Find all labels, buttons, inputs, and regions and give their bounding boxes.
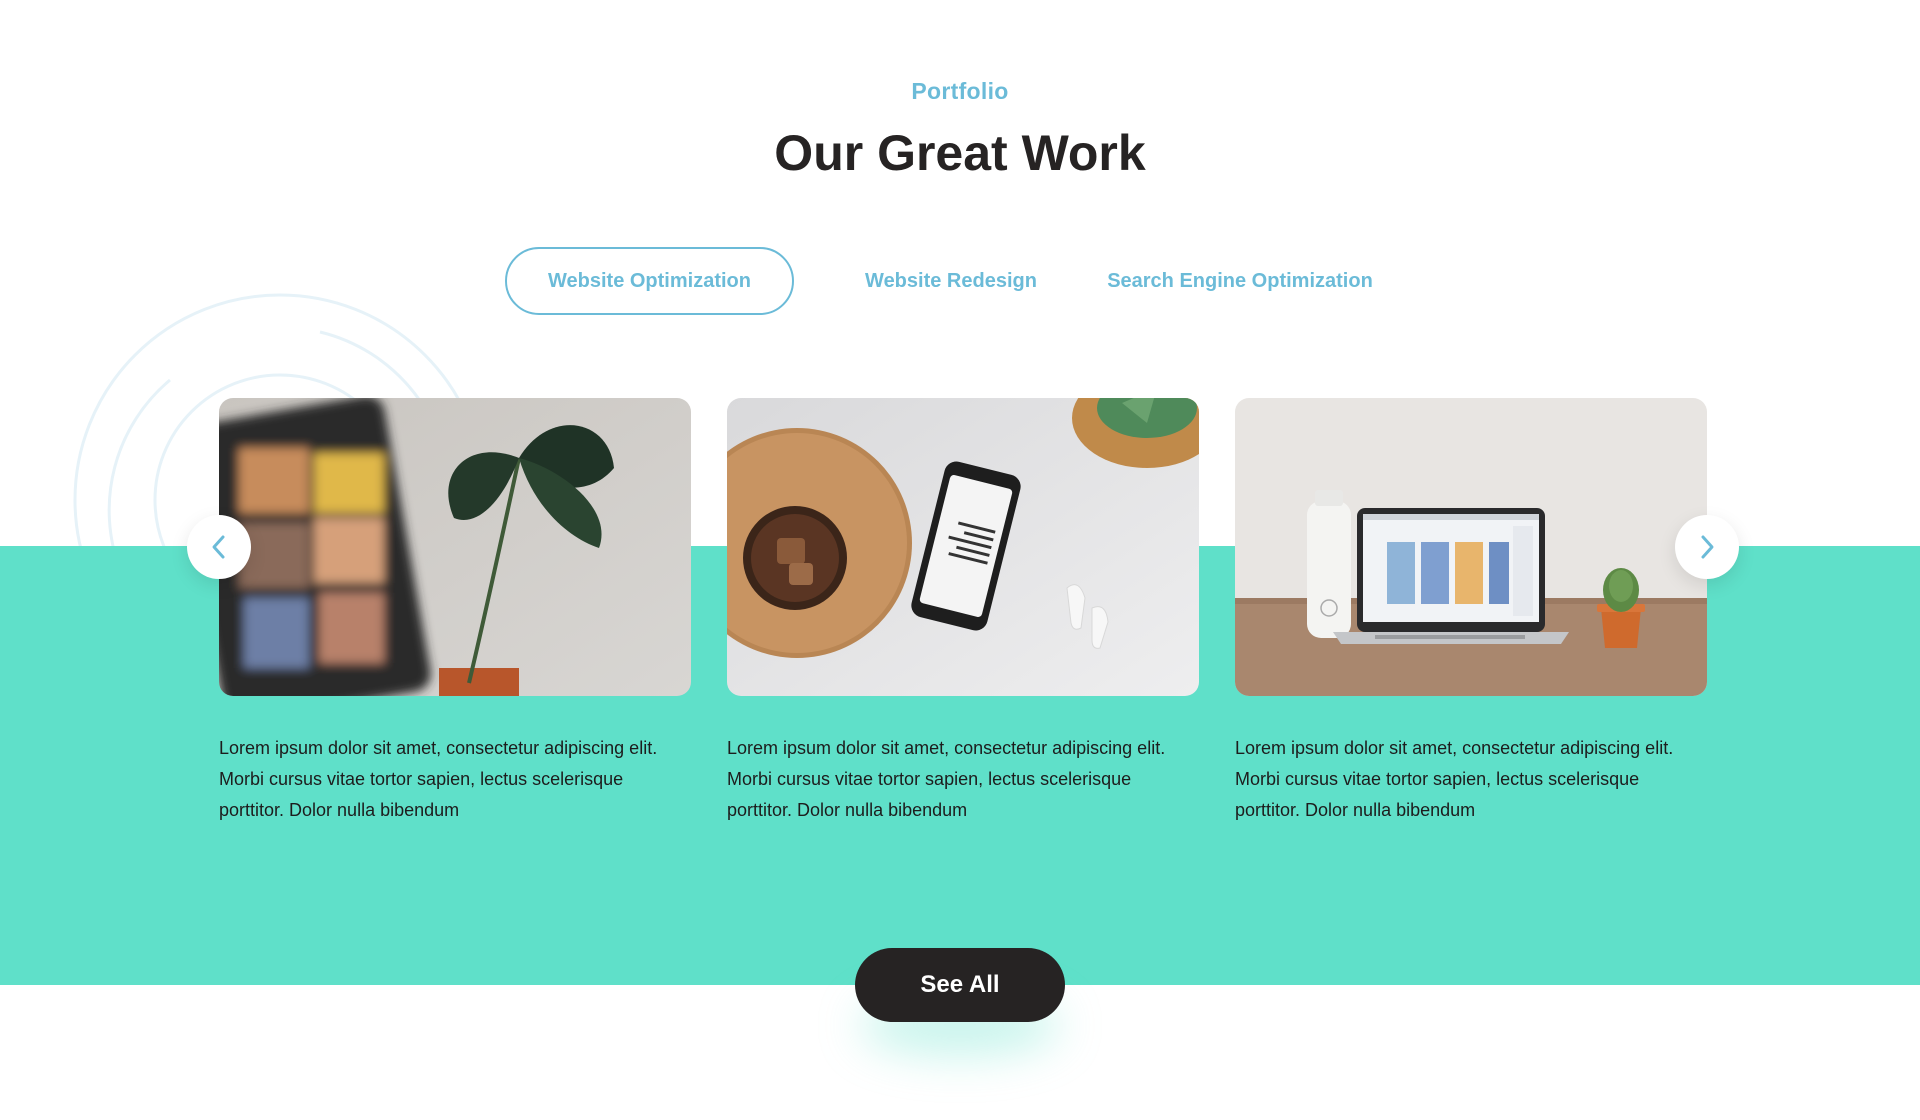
tab-website-redesign[interactable]: Website Redesign xyxy=(845,247,1057,315)
card-description: Lorem ipsum dolor sit amet, consectetur … xyxy=(219,738,658,820)
portfolio-card[interactable]: Lorem ipsum dolor sit amet, consectetur … xyxy=(727,398,1199,826)
card-image-tablet xyxy=(219,398,691,696)
card-image-smartphone xyxy=(727,398,1199,696)
card-description: Lorem ipsum dolor sit amet, consectetur … xyxy=(1235,738,1674,820)
see-all-button[interactable]: See All xyxy=(855,948,1065,1022)
chevron-right-icon xyxy=(1701,535,1714,559)
section-title: Our Great Work xyxy=(774,125,1146,181)
portfolio-card[interactable]: Lorem ipsum dolor sit amet, consectetur … xyxy=(219,398,691,826)
carousel-prev-button[interactable] xyxy=(187,515,251,579)
carousel-next-button[interactable] xyxy=(1675,515,1739,579)
card-description: Lorem ipsum dolor sit amet, consectetur … xyxy=(727,738,1166,820)
card-image-laptop xyxy=(1235,398,1707,696)
tab-search-engine-optimization[interactable]: Search Engine Optimization xyxy=(1094,247,1386,315)
tab-website-optimization[interactable]: Website Optimization xyxy=(505,247,794,315)
portfolio-card[interactable]: Lorem ipsum dolor sit amet, consectetur … xyxy=(1235,398,1707,826)
section-eyebrow: Portfolio xyxy=(911,78,1009,104)
portfolio-section: Portfolio Our Great Work Website Optimiz… xyxy=(0,0,1920,1120)
chevron-left-icon xyxy=(212,535,225,559)
